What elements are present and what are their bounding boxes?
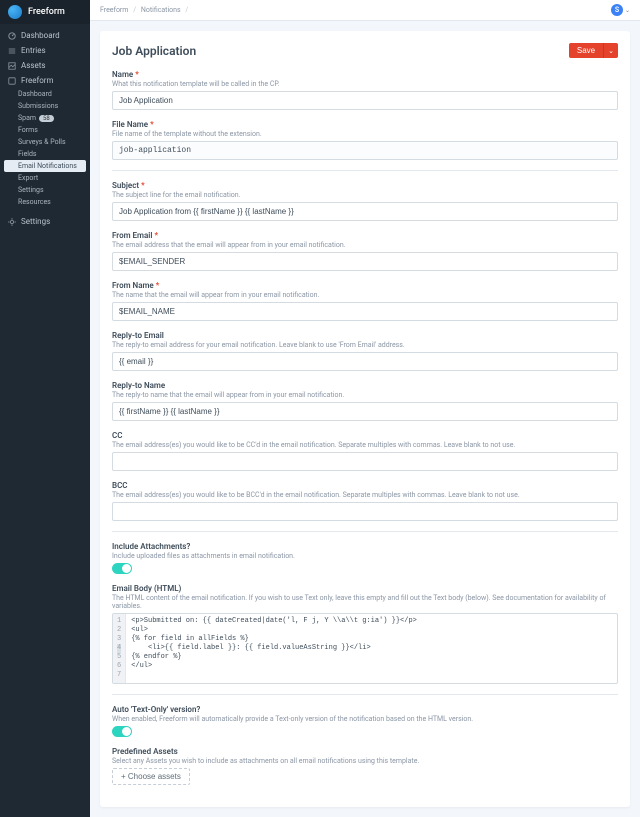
avatar: S	[611, 4, 623, 16]
from-name-input[interactable]	[112, 302, 618, 321]
reply-name-help: The reply-to name that the email will ap…	[112, 391, 618, 399]
save-button[interactable]: Save	[569, 43, 603, 58]
sidebar-sub-submissions[interactable]: Submissions	[0, 100, 90, 112]
reply-email-input[interactable]	[112, 352, 618, 371]
sidebar-item-freeform[interactable]: Freeform	[0, 73, 90, 88]
subject-help: The subject line for the email notificat…	[112, 191, 618, 199]
auto-text-help: When enabled, Freeform will automaticall…	[112, 715, 618, 723]
sidebar-item-label: Freeform	[21, 76, 54, 85]
save-dropdown[interactable]: ⌄	[603, 43, 618, 58]
brand-icon	[8, 5, 22, 19]
code-content[interactable]: <p>Submitted on: {{ dateCreated|date('l,…	[126, 614, 422, 683]
sidebar-sub-email-notifications[interactable]: Email Notifications	[4, 160, 86, 172]
sidebar-sub-dashboard[interactable]: Dashboard	[0, 88, 90, 100]
line-gutter: 1234567	[113, 614, 126, 683]
brand-name: Freeform	[28, 7, 65, 17]
from-email-help: The email address that the email will ap…	[112, 241, 618, 249]
reply-name-label: Reply-to Name	[112, 381, 618, 390]
sidebar-item-label: Settings	[21, 217, 50, 226]
assets-label: Predefined Assets	[112, 747, 618, 756]
topbar: Freeform / Notifications / S ⌄	[90, 0, 640, 21]
subject-input[interactable]	[112, 202, 618, 221]
reply-name-input[interactable]	[112, 402, 618, 421]
reply-email-help: The reply-to email address for your emai…	[112, 341, 618, 349]
chevron-down-icon: ⌄	[625, 7, 630, 14]
breadcrumb-item[interactable]: Notifications	[141, 6, 181, 14]
from-name-help: The name that the email will appear from…	[112, 291, 618, 299]
sidebar-item-settings[interactable]: Settings	[0, 214, 90, 229]
file-input[interactable]	[112, 141, 618, 160]
sidebar-item-label: Entries	[21, 46, 46, 55]
reply-email-label: Reply-to Email	[112, 331, 618, 340]
choose-assets-button[interactable]: + Choose assets	[112, 768, 190, 785]
sidebar-item-assets[interactable]: Assets	[0, 58, 90, 73]
assets-help: Select any Assets you wish to include as…	[112, 757, 618, 765]
spam-count-pill: 58	[39, 115, 54, 122]
sidebar-sub-resources[interactable]: Resources	[0, 196, 90, 208]
sidebar-item-label: Assets	[21, 61, 45, 70]
subject-label: Subject	[112, 181, 139, 190]
breadcrumb: Freeform / Notifications /	[100, 6, 191, 14]
auto-text-toggle[interactable]	[112, 726, 132, 737]
sidebar-sub-forms[interactable]: Forms	[0, 124, 90, 136]
cc-help: The email address(es) you would like to …	[112, 441, 618, 449]
file-label: File Name	[112, 120, 148, 129]
bcc-input[interactable]	[112, 502, 618, 521]
breadcrumb-item[interactable]: Freeform	[100, 6, 128, 14]
attach-toggle[interactable]	[112, 563, 132, 574]
sidebar-sub-spam[interactable]: Spam58	[0, 112, 90, 124]
sidebar-sub-fields[interactable]: Fields	[0, 148, 90, 160]
sidebar-sub-settings[interactable]: Settings	[0, 184, 90, 196]
from-name-label: From Name	[112, 281, 154, 290]
page-title: Job Application	[112, 44, 196, 58]
body-label: Email Body (HTML)	[112, 584, 618, 593]
name-label: Name	[112, 70, 133, 79]
file-help: File name of the template without the ex…	[112, 130, 618, 138]
body-editor[interactable]: 1234567 <p>Submitted on: {{ dateCreated|…	[112, 613, 618, 684]
from-email-input[interactable]	[112, 252, 618, 271]
sidebar-item-entries[interactable]: Entries	[0, 43, 90, 58]
bcc-help: The email address(es) you would like to …	[112, 491, 618, 499]
brand: Freeform	[0, 0, 90, 24]
sidebar-sub-surveys[interactable]: Surveys & Polls	[0, 136, 90, 148]
attach-help: Include uploaded files as attachments in…	[112, 552, 618, 560]
sidebar-sub-export[interactable]: Export	[0, 172, 90, 184]
cc-input[interactable]	[112, 452, 618, 471]
bcc-label: BCC	[112, 481, 618, 490]
name-input[interactable]	[112, 91, 618, 110]
from-email-label: From Email	[112, 231, 152, 240]
attach-label: Include Attachments?	[112, 542, 618, 551]
auto-text-label: Auto 'Text-Only' version?	[112, 705, 618, 714]
name-help: What this notification template will be …	[112, 80, 618, 88]
sidebar: Freeform Dashboard Entries Assets Freefo…	[0, 0, 90, 817]
sidebar-item-dashboard[interactable]: Dashboard	[0, 28, 90, 43]
sidebar-item-label: Dashboard	[21, 31, 60, 40]
user-menu[interactable]: S ⌄	[611, 4, 630, 16]
body-help: The HTML content of the email notificati…	[112, 594, 618, 610]
cc-label: CC	[112, 431, 618, 440]
